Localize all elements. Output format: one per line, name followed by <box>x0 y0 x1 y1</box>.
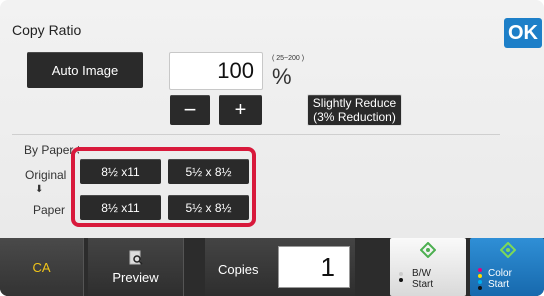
slightly-reduce-sublabel: (3% Reduction) <box>313 110 396 124</box>
original-row-label: Original <box>25 168 67 182</box>
increase-ratio-button[interactable]: + <box>219 95 262 125</box>
original-size-letter-button[interactable]: 8½ x11 <box>80 159 161 184</box>
auto-image-button[interactable]: Auto Image <box>27 52 143 88</box>
copy-ratio-screen: Copy Ratio OK Auto Image 100 ( 25~200 ) … <box>0 0 544 296</box>
paper-size-statement-button[interactable]: 5½ x 8½ <box>168 195 249 220</box>
preview-button[interactable]: Preview <box>88 238 184 296</box>
paper-size-letter-button[interactable]: 8½ x11 <box>80 195 161 220</box>
slightly-reduce-label: Slightly Reduce <box>312 96 397 110</box>
black-toner-icon <box>399 272 403 284</box>
copies-input[interactable]: 1 <box>278 246 350 288</box>
down-arrow-icon: ⬇ <box>35 184 44 195</box>
ratio-range-hint: ( 25~200 ) <box>272 55 305 62</box>
bw-start-button[interactable]: B/W Start <box>390 238 466 296</box>
copies-label: Copies <box>218 262 259 277</box>
diamond-start-icon <box>500 242 516 258</box>
ca-button[interactable]: CA <box>0 238 84 296</box>
paper-row-label: Paper <box>33 203 66 217</box>
color-start-button[interactable]: Color Start <box>470 238 544 296</box>
slightly-reduce-button[interactable]: Slightly Reduce (3% Reduction) <box>307 94 402 126</box>
color-start-label: Color Start <box>488 268 512 290</box>
page-title: Copy Ratio <box>12 22 82 38</box>
preview-label: Preview <box>112 269 159 285</box>
ratio-input[interactable]: 100 <box>169 52 263 90</box>
section-divider <box>12 134 500 135</box>
percent-unit: % <box>272 64 292 89</box>
original-size-statement-button[interactable]: 5½ x 8½ <box>168 159 249 184</box>
decrease-ratio-button[interactable]: − <box>170 95 210 125</box>
diamond-start-icon <box>420 242 436 258</box>
magnifier-page-icon <box>129 250 143 265</box>
bw-start-label: B/W Start <box>412 268 434 290</box>
color-toner-icon <box>478 268 482 292</box>
ok-button[interactable]: OK <box>504 18 542 48</box>
